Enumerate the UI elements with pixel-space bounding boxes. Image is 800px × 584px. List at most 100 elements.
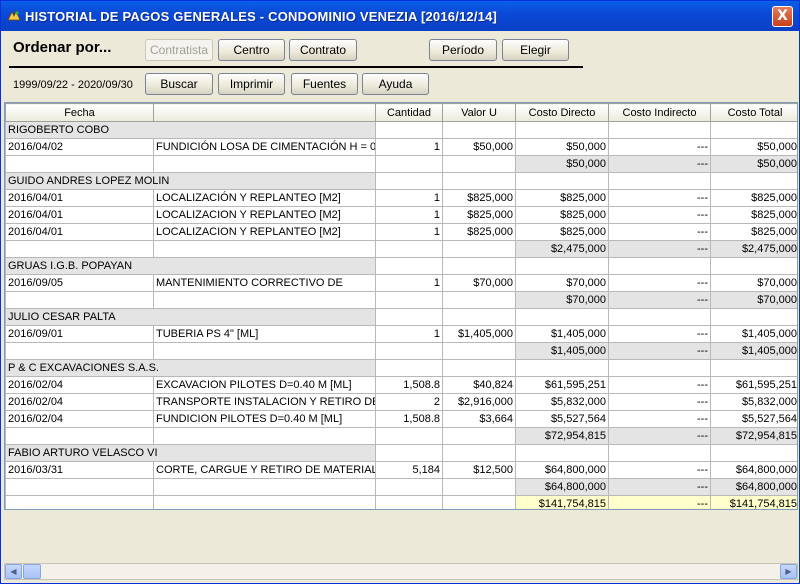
table-row[interactable]: 2016/02/04 TRANSPORTE INSTALACION Y RETIR… [5,393,797,411]
subtotal-row[interactable]: $1,405,000 --- $1,405,000 [5,342,797,360]
cell-costo-indirecto[interactable]: --- [608,495,711,509]
cell-costo-directo[interactable]: $5,832,000 [515,393,609,411]
cell-cantidad[interactable]: 1 [375,206,443,224]
cell-valor-u[interactable] [442,444,516,462]
choose-button[interactable]: Elegir [502,39,569,61]
cell-costo-indirecto[interactable]: --- [608,461,711,479]
help-button[interactable]: Ayuda [362,73,429,95]
cell-cantidad[interactable]: 1,508.8 [375,410,443,428]
cell-costo-directo[interactable]: $64,800,000 [515,478,609,496]
cell-descripcion[interactable]: LOCALIZACIÓN Y REPLANTEO [M2] [153,189,376,207]
cell-costo-total[interactable]: $70,000 [710,274,797,292]
cell-costo-indirecto[interactable]: --- [608,223,711,241]
cell-costo-indirecto[interactable]: --- [608,342,711,360]
cell-valor-u[interactable] [442,240,516,258]
cell-costo-total[interactable] [710,359,797,377]
cell-costo-indirecto[interactable] [608,359,711,377]
cell-descripcion[interactable]: TRANSPORTE INSTALACION Y RETIRO DE [153,393,376,411]
cell-fecha[interactable]: JULIO CESAR PALTA [5,308,376,326]
cell-valor-u[interactable] [442,172,516,190]
header-description[interactable] [153,103,376,122]
cell-valor-u[interactable] [442,257,516,275]
cell-costo-total[interactable]: $72,954,815 [710,427,797,445]
cell-fecha[interactable]: 2016/02/04 [5,376,154,394]
cell-costo-directo[interactable]: $1,405,000 [515,342,609,360]
cell-descripcion[interactable] [153,342,376,360]
cell-fecha[interactable] [5,240,154,258]
cell-costo-indirecto[interactable]: --- [608,291,711,309]
cell-cantidad[interactable] [375,308,443,326]
cell-valor-u[interactable]: $2,916,000 [442,393,516,411]
cell-costo-total[interactable]: $1,405,000 [710,342,797,360]
cell-descripcion[interactable]: CORTE, CARGUE Y RETIRO DE MATERIAL [153,461,376,479]
cell-descripcion[interactable] [153,427,376,445]
cell-costo-directo[interactable]: $61,595,251 [515,376,609,394]
cell-costo-directo[interactable]: $50,000 [515,155,609,173]
cell-costo-directo[interactable]: $825,000 [515,189,609,207]
sort-contrato-button[interactable]: Contrato [289,39,357,61]
cell-descripcion[interactable]: FUNDICION PILOTES D=0.40 M [ML] [153,410,376,428]
header-costo-total[interactable]: Costo Total [710,103,797,122]
table-row[interactable]: 2016/04/01 LOCALIZACIÓN Y REPLANTEO [M2] 1… [5,189,797,207]
cell-descripcion[interactable]: TUBERIA PS 4" [ML] [153,325,376,343]
cell-fecha[interactable]: 2016/02/04 [5,410,154,428]
cell-cantidad[interactable]: 1 [375,223,443,241]
cell-costo-indirecto[interactable]: --- [608,206,711,224]
cell-costo-directo[interactable]: $50,000 [515,138,609,156]
cell-costo-directo[interactable]: $1,405,000 [515,325,609,343]
header-valor-u[interactable]: Valor U [442,103,516,122]
cell-valor-u[interactable]: $40,824 [442,376,516,394]
cell-cantidad[interactable]: 1,508.8 [375,376,443,394]
cell-cantidad[interactable]: 1 [375,189,443,207]
cell-valor-u[interactable] [442,121,516,139]
subtotal-row[interactable]: $64,800,000 --- $64,800,000 [5,478,797,496]
cell-costo-indirecto[interactable]: --- [608,427,711,445]
cell-costo-directo[interactable] [515,257,609,275]
cell-cantidad[interactable] [375,342,443,360]
cell-fecha[interactable]: 2016/04/02 [5,138,154,156]
cell-cantidad[interactable] [375,121,443,139]
cell-valor-u[interactable]: $12,500 [442,461,516,479]
cell-cantidad[interactable] [375,155,443,173]
cell-fecha[interactable]: 2016/09/01 [5,325,154,343]
cell-costo-total[interactable]: $50,000 [710,138,797,156]
table-row[interactable]: 2016/09/05 MANTENIMIENTO CORRECTIVO DE 1 $7… [5,274,797,292]
group-row[interactable]: JULIO CESAR PALTA [5,308,797,326]
cell-costo-indirecto[interactable]: --- [608,189,711,207]
header-costo-directo[interactable]: Costo Directo [515,103,609,122]
header-costo-indirecto[interactable]: Costo Indirecto [608,103,711,122]
cell-fecha[interactable]: GRUAS I.G.B. POPAYAN [5,257,376,275]
cell-costo-total[interactable]: $5,527,564 [710,410,797,428]
cell-costo-directo[interactable] [515,308,609,326]
cell-cantidad[interactable] [375,495,443,509]
cell-costo-indirecto[interactable] [608,444,711,462]
scroll-thumb[interactable] [23,564,41,579]
subtotal-row[interactable]: $50,000 --- $50,000 [5,155,797,173]
cell-valor-u[interactable]: $3,664 [442,410,516,428]
cell-fecha[interactable] [5,427,154,445]
cell-descripcion[interactable]: EXCAVACION PILOTES D=0.40 M [ML] [153,376,376,394]
cell-costo-indirecto[interactable]: --- [608,240,711,258]
table-row[interactable]: 2016/04/02 FUNDICIÓN LOSA DE CIMENTACIÓN … [5,138,797,156]
grand-total-row[interactable]: $141,754,815 --- $141,754,815 [5,495,797,509]
cell-fecha[interactable]: 2016/04/01 [5,206,154,224]
cell-costo-total[interactable]: $5,832,000 [710,393,797,411]
cell-cantidad[interactable] [375,444,443,462]
header-fecha[interactable]: Fecha [5,103,154,122]
cell-costo-total[interactable] [710,172,797,190]
cell-costo-directo[interactable]: $5,527,564 [515,410,609,428]
cell-cantidad[interactable]: 1 [375,138,443,156]
cell-costo-total[interactable] [710,444,797,462]
table-row[interactable]: 2016/04/01 LOCALIZACION Y REPLANTEO [M2] 1… [5,223,797,241]
sort-contratista-button[interactable]: Contratista [145,39,213,61]
subtotal-row[interactable]: $70,000 --- $70,000 [5,291,797,309]
cell-costo-indirecto[interactable]: --- [608,325,711,343]
cell-valor-u[interactable]: $825,000 [442,223,516,241]
cell-cantidad[interactable] [375,257,443,275]
group-row[interactable]: RIGOBERTO COBO [5,121,797,139]
cell-costo-indirecto[interactable] [608,121,711,139]
cell-descripcion[interactable] [153,155,376,173]
cell-costo-indirecto[interactable]: --- [608,155,711,173]
cell-fecha[interactable] [5,478,154,496]
cell-costo-total[interactable]: $50,000 [710,155,797,173]
